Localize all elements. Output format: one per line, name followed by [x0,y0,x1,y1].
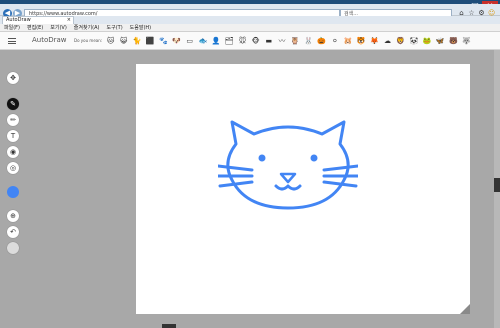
app-title: AutoDraw [32,36,67,44]
menu-bar: 파일(F) 편집(E) 보기(V) 즐겨찾기(A) 도구(T) 도움말(H) [0,24,500,32]
suggestion-item[interactable]: 🐰 [302,35,315,47]
suggestion-item[interactable]: 🐺 [460,35,473,47]
cat-drawing[interactable] [218,114,358,214]
suggestion-item[interactable]: ⚪ [328,35,341,47]
suggestion-item[interactable]: 🦁 [394,35,407,47]
select-icon[interactable]: ✥ [7,72,19,84]
undo-icon[interactable]: ↶ [7,226,19,238]
cat-mouth [274,184,302,191]
suggestion-item[interactable]: 🐟 [196,35,209,47]
app-toolbar: AutoDraw Do you mean: 🐱 😺 🐈 ⬛ 🐾 🐶 ▭ 🐟 👤 🗂 🐭 🐵 ▬ 〰 🦉 🐰 🎃 ⚪… [0,32,500,50]
resize-corner[interactable] [460,304,470,314]
type-icon[interactable]: T [7,130,19,142]
whisker-l1 [218,164,254,172]
suggestion-item[interactable]: 😺 [117,35,130,47]
suggestion-item[interactable]: 🦊 [368,35,381,47]
suggestion-item[interactable]: 🐭 [236,35,249,47]
suggestion-label: Do you mean: [74,38,103,43]
suggestion-item[interactable]: 👤 [210,35,223,47]
whisker-r3 [322,180,358,188]
tab-label: AutoDraw [6,17,31,23]
suggestion-item[interactable]: ▬ [262,35,275,47]
suggestion-item[interactable]: ☁ [381,35,394,47]
menu-favorites[interactable]: 즐겨찾기(A) [74,24,100,31]
menu-tools[interactable]: 도구(T) [107,24,123,31]
menu-edit[interactable]: 편집(E) [27,24,43,31]
address-bar-row: ◀ ▶ https://www.autodraw.com/ 검색... ⌂ ☆ … [0,4,500,19]
fill-icon[interactable]: ◉ [7,146,19,158]
tab-autodraw[interactable]: AutoDraw × [2,16,74,24]
horizontal-scroll-thumb[interactable] [162,324,176,328]
shape-icon[interactable]: ◎ [7,162,19,174]
suggestion-item[interactable]: ⬛ [144,35,157,47]
delete-icon[interactable] [7,242,19,254]
suggestion-list: 🐱 😺 🐈 ⬛ 🐾 🐶 ▭ 🐟 👤 🗂 🐭 🐵 ▬ 〰 🦉 🐰 🎃 ⚪ 🐹 🐯 🦊 ☁ 🦁 🐼 🐸 🦋 🐻 🐺 [104,35,473,47]
suggestion-item[interactable]: 🐾 [157,35,170,47]
suggestion-item[interactable]: 🦋 [434,35,447,47]
suggestion-item[interactable]: 〰 [275,35,288,47]
suggestion-item[interactable]: 🐼 [407,35,420,47]
cat-eye-left [258,154,266,162]
zoom-icon[interactable]: ⊕ [7,210,19,222]
suggestion-item[interactable]: 🐸 [421,35,434,47]
menu-help[interactable]: 도움말(H) [130,24,151,31]
color-icon[interactable] [7,186,19,198]
whisker-l3 [218,180,254,188]
whisker-r1 [322,164,358,172]
cat-head-outline [226,120,350,210]
draw-icon[interactable]: ✏ [7,114,19,126]
tab-close-icon[interactable]: × [67,17,71,24]
suggestion-item[interactable]: ▭ [183,35,196,47]
autodraw-icon[interactable]: ✎ [7,98,19,110]
suggestion-item[interactable]: 🐯 [355,35,368,47]
cat-nose [279,172,297,184]
vertical-scrollbar[interactable] [494,50,500,328]
left-toolbar: ✥ ✎ ✏ T ◉ ◎ ⊕ ↶ [0,50,25,328]
drawing-canvas[interactable] [136,64,470,314]
suggestion-item[interactable]: 🐵 [249,35,262,47]
menu-view[interactable]: 보기(V) [50,24,67,31]
suggestion-item[interactable]: 🐶 [170,35,183,47]
suggestion-item[interactable]: 🐻 [447,35,460,47]
suggestion-item[interactable]: 🎃 [315,35,328,47]
suggestion-item[interactable]: 🐱 [104,35,117,47]
suggestion-item[interactable]: 🦉 [289,35,302,47]
hamburger-menu-icon[interactable] [8,38,16,44]
cat-eye-right [310,154,318,162]
menu-file[interactable]: 파일(F) [4,24,20,31]
suggestion-item[interactable]: 🐈 [130,35,143,47]
suggestion-item[interactable]: 🗂 [223,35,236,47]
suggestion-item[interactable]: 🐹 [341,35,354,47]
tab-strip: AutoDraw × [0,16,500,24]
vertical-scroll-thumb[interactable] [494,178,500,192]
